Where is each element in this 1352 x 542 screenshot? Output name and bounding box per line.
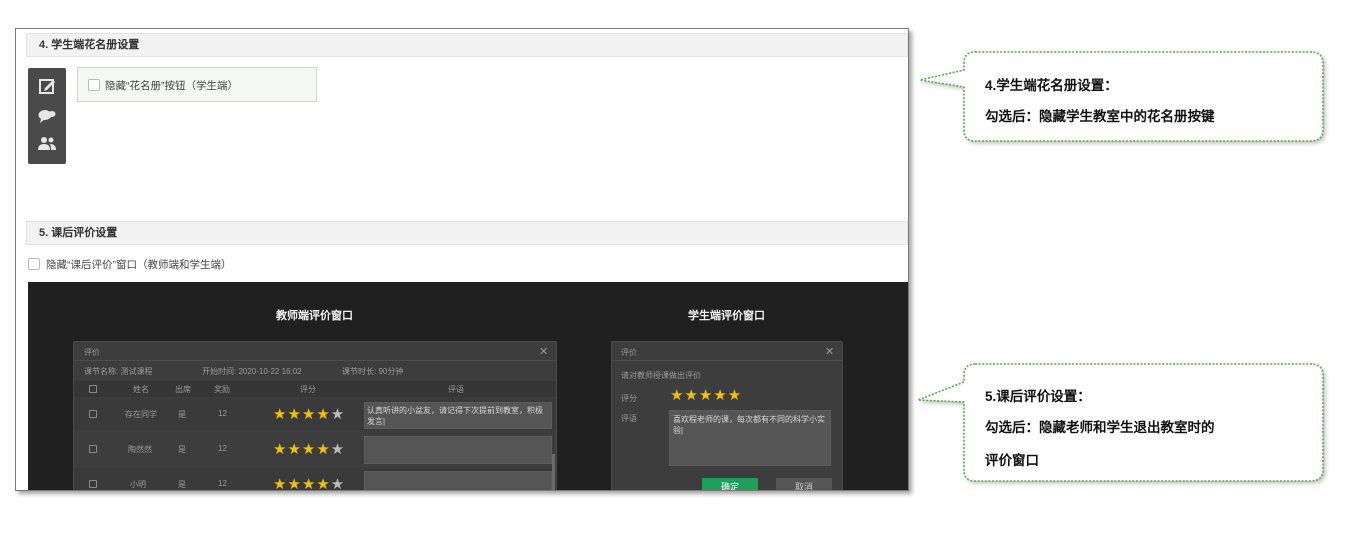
callout-2-line-2: 评价窗口	[985, 453, 1039, 468]
callout-1-title: 4.学生端花名册设置：	[985, 78, 1118, 93]
callout-2-line-1: 勾选后：隐藏老师和学生退出教室时的	[985, 420, 1215, 435]
callout-2-title: 5.课后评价设置：	[985, 389, 1091, 404]
callout-1-shape	[919, 51, 1324, 142]
callout-bubbles	[917, 51, 1324, 482]
callout-1-line: 勾选后：隐藏学生教室中的花名册按键	[985, 109, 1215, 124]
